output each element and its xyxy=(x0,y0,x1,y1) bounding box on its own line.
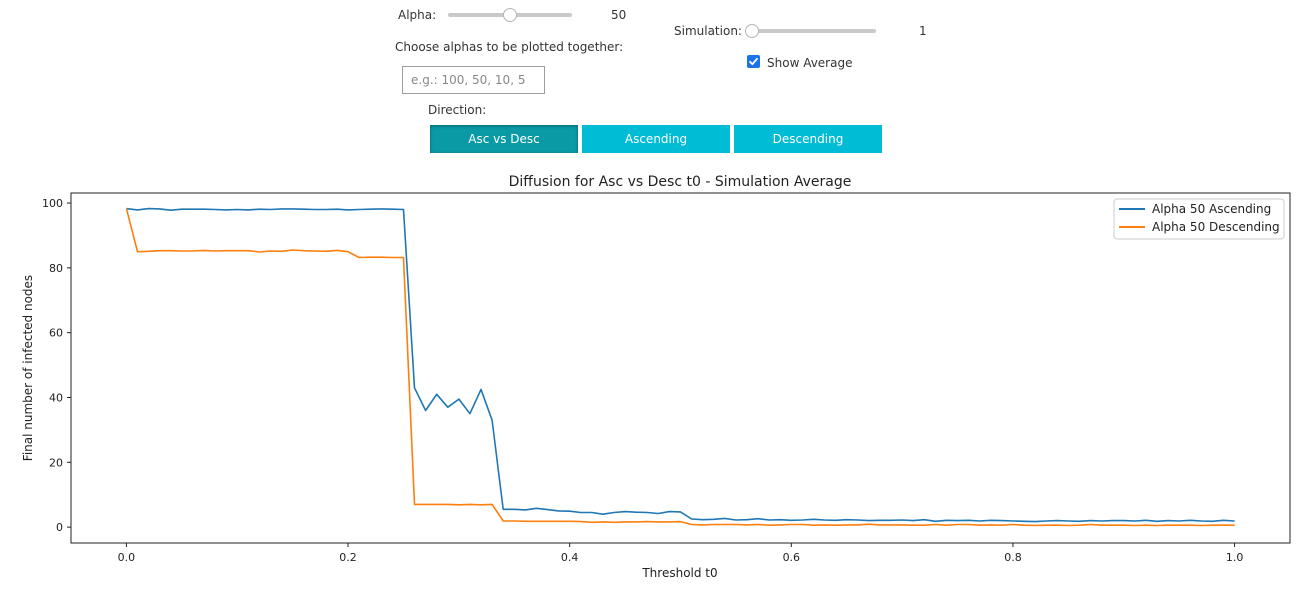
simulation-label: Simulation: xyxy=(674,24,742,38)
checkmark-icon xyxy=(749,57,758,66)
plot-frame xyxy=(70,192,1291,544)
descending-button[interactable]: Descending xyxy=(734,125,882,153)
y-tick-label: 60 xyxy=(49,327,63,340)
legend: Alpha 50 Ascending Alpha 50 Descending xyxy=(1113,198,1285,240)
y-axis-label: Final number of infected nodes xyxy=(21,275,35,461)
x-tick-label: 0.2 xyxy=(339,551,357,564)
y-tick-label: 100 xyxy=(42,197,63,210)
x-axis-label: Threshold t0 xyxy=(641,566,717,580)
y-tick-label: 0 xyxy=(56,521,63,534)
legend-label-descending: Alpha 50 Descending xyxy=(1152,220,1280,234)
y-tick-label: 80 xyxy=(49,262,63,275)
simulation-value: 1 xyxy=(919,24,927,38)
show-average-label: Show Average xyxy=(767,56,853,70)
x-tick-label: 1.0 xyxy=(1226,551,1244,564)
series-lines xyxy=(125,207,1235,527)
series-line-descending xyxy=(125,208,1235,527)
show-average-checkbox[interactable] xyxy=(747,55,760,68)
asc-vs-desc-button[interactable]: Asc vs Desc xyxy=(430,125,578,153)
alphas-input[interactable] xyxy=(402,66,545,94)
simulation-slider[interactable] xyxy=(752,29,876,33)
direction-label: Direction: xyxy=(428,103,487,117)
diffusion-chart: Diffusion for Asc vs Desc t0 - Simulatio… xyxy=(21,174,1291,580)
legend-box xyxy=(1113,198,1285,240)
chart-title: Diffusion for Asc vs Desc t0 - Simulatio… xyxy=(509,174,852,190)
alpha-slider-thumb[interactable] xyxy=(503,8,517,22)
x-tick-label: 0.6 xyxy=(783,551,801,564)
alpha-value: 50 xyxy=(611,8,627,22)
legend-label-ascending: Alpha 50 Ascending xyxy=(1152,202,1271,216)
y-tick-label: 20 xyxy=(49,456,63,469)
simulation-slider-thumb[interactable] xyxy=(745,24,759,38)
ascending-button[interactable]: Ascending xyxy=(582,125,730,153)
alpha-label: Alpha: xyxy=(398,8,437,22)
x-tick-label: 0.8 xyxy=(1004,551,1022,564)
series-line-ascending xyxy=(126,207,1235,523)
y-tick-label: 40 xyxy=(49,391,63,404)
x-tick-label: 0.0 xyxy=(118,551,136,564)
x-tick-label: 0.4 xyxy=(561,551,579,564)
y-axis: 0 20 40 60 80 100 xyxy=(42,197,71,534)
alphas-prompt: Choose alphas to be plotted together: xyxy=(395,40,624,54)
x-axis: 0.0 0.2 0.4 0.6 0.8 1.0 xyxy=(118,543,1244,564)
